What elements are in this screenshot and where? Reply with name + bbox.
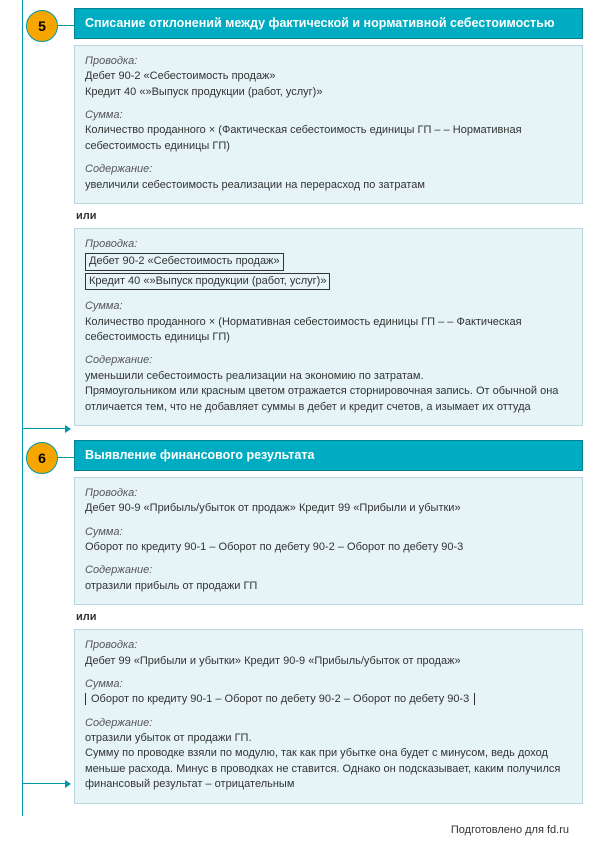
content-text: отразили убыток от продажи ГП.: [85, 731, 572, 746]
entry-box: Проводка: Дебет 90-2 «Себестоимость прод…: [74, 228, 583, 426]
step-header: Выявление финансового результата: [74, 440, 583, 471]
step-body: Проводка: Дебет 90-2 «Себестоимость прод…: [74, 45, 583, 426]
entry-line-storno: Кредит 40 «»Выпуск продукции (работ, усл…: [85, 273, 330, 290]
entry-line: Дебет 99 «Прибыли и убытки» Кредит 90-9 …: [85, 654, 572, 669]
step-badge: 5: [26, 10, 58, 42]
label-content: Содержание:: [85, 716, 572, 731]
entry-line: Кредит 40 «»Выпуск продукции (работ, усл…: [85, 85, 572, 100]
flow-connector: [22, 428, 70, 429]
content-text: отразили прибыль от продажи ГП: [85, 579, 572, 594]
label-entry: Проводка:: [85, 237, 572, 252]
step-5: 5 Списание отклонений между фактической …: [12, 8, 583, 426]
label-content: Содержание:: [85, 353, 572, 368]
label-content: Содержание:: [85, 563, 572, 578]
step-body: Проводка: Дебет 90-9 «Прибыль/убыток от …: [74, 477, 583, 804]
step-badge: 6: [26, 442, 58, 474]
step-6: 6 Выявление финансового результата Прово…: [12, 440, 583, 804]
label-content: Содержание:: [85, 162, 572, 177]
amount-text: Количество проданного × (Фактическая себ…: [85, 123, 572, 154]
entry-line: Дебет 90-2 «Себестоимость продаж»: [85, 69, 572, 84]
entry-box: Проводка: Дебет 90-9 «Прибыль/убыток от …: [74, 477, 583, 605]
label-amount: Сумма:: [85, 677, 572, 692]
content-text: увеличили себестоимость реализации на пе…: [85, 178, 572, 193]
entry-box: Проводка: Дебет 99 «Прибыли и убытки» Кр…: [74, 629, 583, 804]
amount-text: Оборот по кредиту 90-1 – Оборот по дебет…: [85, 540, 572, 555]
label-amount: Сумма:: [85, 108, 572, 123]
amount-text: Количество проданного × (Нормативная себ…: [85, 315, 572, 346]
label-amount: Сумма:: [85, 525, 572, 540]
label-entry: Проводка:: [85, 54, 572, 69]
label-entry: Проводка:: [85, 486, 572, 501]
content-text: уменьшили себестоимость реализации на эк…: [85, 369, 572, 384]
entry-line-storno: Дебет 90-2 «Себестоимость продаж»: [85, 253, 284, 270]
amount-text-abs: Оборот по кредиту 90-1 – Оборот по дебет…: [85, 693, 475, 705]
entry-line: Дебет 90-9 «Прибыль/убыток от продаж» Кр…: [85, 501, 572, 516]
page: 5 Списание отклонений между фактической …: [0, 0, 595, 856]
or-separator: или: [76, 210, 583, 222]
label-entry: Проводка:: [85, 638, 572, 653]
or-separator: или: [76, 611, 583, 623]
step-header: Списание отклонений между фактической и …: [74, 8, 583, 39]
footer-text: Подготовлено для fd.ru: [12, 818, 583, 836]
extra-text: Прямоугольником или красным цветом отраж…: [85, 384, 572, 415]
entry-box: Проводка: Дебет 90-2 «Себестоимость прод…: [74, 45, 583, 204]
extra-text: Сумму по проводке взяли по модулю, так к…: [85, 746, 572, 792]
label-amount: Сумма:: [85, 299, 572, 314]
